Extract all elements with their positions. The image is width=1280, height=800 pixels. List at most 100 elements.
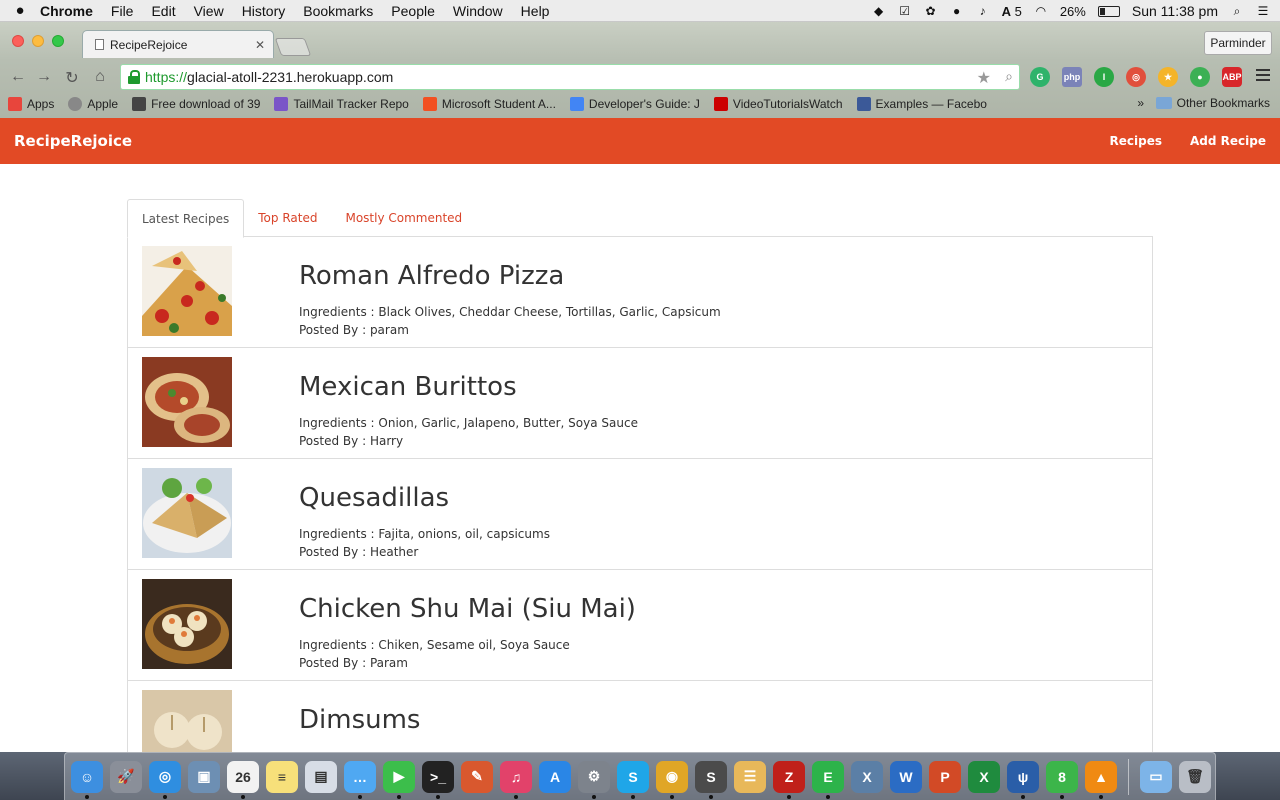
- recipe-image-shu-mai[interactable]: [142, 579, 232, 669]
- nav-add-recipe-link[interactable]: Add Recipe: [1190, 134, 1266, 148]
- dock-chrome-icon[interactable]: ◉: [656, 760, 688, 799]
- bookmark-developers-guide[interactable]: Developer's Guide: J: [569, 97, 700, 111]
- dock-pen-tool-icon[interactable]: ✎: [461, 760, 493, 793]
- recipe-title-link[interactable]: Dimsums: [299, 705, 420, 735]
- dock-launchpad-icon[interactable]: 🚀: [110, 760, 142, 793]
- clock[interactable]: Sun 11:38 pm: [1132, 3, 1218, 19]
- nav-recipes-link[interactable]: Recipes: [1110, 134, 1162, 148]
- dock-vlc-icon[interactable]: ▲: [1085, 760, 1117, 799]
- bookmark-free-download[interactable]: Free download of 39: [132, 97, 260, 111]
- dock-notes-icon[interactable]: ≡: [266, 760, 298, 793]
- colorzilla-extension-icon[interactable]: ◎: [1126, 67, 1146, 87]
- dock-powerpoint-icon[interactable]: P: [929, 760, 961, 793]
- zoom-window-button[interactable]: [52, 35, 64, 47]
- dock-evernote-helper-icon[interactable]: 8: [1046, 760, 1078, 799]
- dock-sublime-icon[interactable]: S: [695, 760, 727, 799]
- dock-preview-icon[interactable]: ▣: [188, 760, 220, 793]
- menu-bookmarks[interactable]: Bookmarks: [303, 3, 373, 19]
- dock-terminal-icon[interactable]: >_: [422, 760, 454, 799]
- chat-tray-icon[interactable]: ●: [950, 4, 964, 18]
- dock-facetime-icon[interactable]: ▶: [383, 760, 415, 799]
- bookmark-microsoft-student[interactable]: Microsoft Student A...: [422, 97, 556, 111]
- recipe-image-dimsums[interactable]: [142, 690, 232, 752]
- notification-center-icon[interactable]: ☰: [1256, 4, 1270, 18]
- secure-lock-icon[interactable]: [127, 70, 141, 84]
- address-bar[interactable]: https:// glacial-atoll-2231.herokuapp.co…: [120, 64, 1020, 90]
- menu-view[interactable]: View: [194, 3, 224, 19]
- browser-tab-active[interactable]: RecipeRejoice ✕: [82, 30, 274, 58]
- menu-window[interactable]: Window: [453, 3, 503, 19]
- star-extension-icon[interactable]: ★: [1158, 67, 1178, 87]
- bookmark-apple[interactable]: Apple: [68, 97, 118, 111]
- evernote-tray-icon[interactable]: ✿: [924, 4, 938, 18]
- menu-edit[interactable]: Edit: [151, 3, 175, 19]
- new-tab-button[interactable]: [274, 38, 312, 56]
- profile-button[interactable]: Parminder: [1204, 31, 1272, 55]
- minimize-window-button[interactable]: [32, 35, 44, 47]
- adblock-plus-icon[interactable]: ABP: [1222, 67, 1242, 87]
- dock-itunes-icon[interactable]: ♫: [500, 760, 532, 799]
- recipe-title-link[interactable]: Chicken Shu Mai (Siu Mai): [299, 594, 636, 624]
- notification-bell-icon[interactable]: ♪: [976, 4, 990, 18]
- pushbullet-extension-icon[interactable]: I: [1094, 67, 1114, 87]
- dock-trash-icon[interactable]: 🗑: [1179, 760, 1211, 793]
- site-brand-link[interactable]: RecipeRejoice: [14, 132, 132, 150]
- reload-icon[interactable]: ↻: [62, 68, 82, 88]
- other-bookmarks-folder[interactable]: Other Bookmarks: [1155, 96, 1270, 110]
- chrome-menu-icon[interactable]: [1256, 69, 1270, 84]
- adobe-tray-badge[interactable]: A 5: [1002, 4, 1022, 19]
- dock-system-preferences-icon[interactable]: ⚙: [578, 760, 610, 799]
- home-icon[interactable]: ⌂: [90, 68, 110, 86]
- bookmark-examples-facebook[interactable]: Examples — Facebo: [856, 97, 987, 111]
- dock-safari-icon[interactable]: ◎: [149, 760, 181, 799]
- spotlight-search-icon[interactable]: ⌕: [1230, 4, 1244, 18]
- dock-xcode-icon[interactable]: X: [851, 760, 883, 793]
- recipe-image-quesadillas[interactable]: [142, 468, 232, 558]
- wifi-icon[interactable]: ◠: [1034, 4, 1048, 18]
- zoom-magnifier-icon[interactable]: ⌕: [1005, 68, 1013, 85]
- dock-folder-icon[interactable]: ▭: [1140, 760, 1172, 793]
- dock-evernote-icon[interactable]: E: [812, 760, 844, 799]
- menu-help[interactable]: Help: [521, 3, 550, 19]
- close-window-button[interactable]: [12, 35, 24, 47]
- dock-skype-icon[interactable]: S: [617, 760, 649, 799]
- app-menu-chrome[interactable]: Chrome: [40, 3, 93, 19]
- dock-app-store-icon[interactable]: A: [539, 760, 571, 793]
- forward-arrow-icon[interactable]: →: [34, 68, 54, 86]
- bookmark-video-tutorials[interactable]: VideoTutorialsWatch: [713, 97, 843, 111]
- recipe-image-pizza[interactable]: [142, 246, 232, 336]
- tray-check-icon[interactable]: ☑: [898, 4, 912, 18]
- recipe-title-link[interactable]: Roman Alfredo Pizza: [299, 261, 721, 291]
- php-extension-icon[interactable]: php: [1062, 67, 1082, 87]
- recipe-title-link[interactable]: Quesadillas: [299, 483, 550, 513]
- dock-messages-icon[interactable]: …: [344, 760, 376, 799]
- menu-history[interactable]: History: [242, 3, 286, 19]
- dock-filezilla-icon[interactable]: Z: [773, 760, 805, 799]
- close-tab-icon[interactable]: ✕: [255, 38, 265, 52]
- recipe-image-burritos[interactable]: [142, 357, 232, 447]
- dock-photos-icon[interactable]: ▤: [305, 760, 337, 793]
- evernote-web-clipper-icon[interactable]: ●: [1190, 67, 1210, 87]
- dock-sourcetree-icon[interactable]: ψ: [1007, 760, 1039, 799]
- dock-finder-icon[interactable]: ☺: [71, 760, 103, 799]
- battery-icon[interactable]: [1097, 5, 1120, 17]
- bookmark-apps[interactable]: Apps: [8, 97, 54, 111]
- dock-excel-icon[interactable]: X: [968, 760, 1000, 793]
- menu-file[interactable]: File: [111, 3, 134, 19]
- tab-mostly-commented[interactable]: Mostly Commented: [331, 199, 476, 237]
- tab-latest-recipes[interactable]: Latest Recipes: [127, 199, 245, 238]
- bookmarks-overflow-chevron[interactable]: »: [1137, 96, 1144, 110]
- dock-word-icon[interactable]: W: [890, 760, 922, 793]
- bookmark-star-icon[interactable]: ★: [977, 68, 991, 88]
- back-arrow-icon[interactable]: ←: [8, 68, 28, 86]
- site-nav-links: Recipes Add Recipe: [1110, 134, 1266, 148]
- grammarly-extension-icon[interactable]: G: [1030, 67, 1050, 87]
- dock-calendar-icon[interactable]: 26: [227, 760, 259, 799]
- dock-stack-icon[interactable]: ☰: [734, 760, 766, 793]
- recipe-title-link[interactable]: Mexican Burittos: [299, 372, 638, 402]
- bookmark-tailmail[interactable]: TailMail Tracker Repo: [274, 97, 409, 111]
- apple-menu-icon[interactable]: ●: [0, 2, 40, 19]
- menu-people[interactable]: People: [391, 3, 435, 19]
- tray-app-icon[interactable]: ◆: [872, 4, 886, 18]
- tab-top-rated[interactable]: Top Rated: [244, 199, 331, 237]
